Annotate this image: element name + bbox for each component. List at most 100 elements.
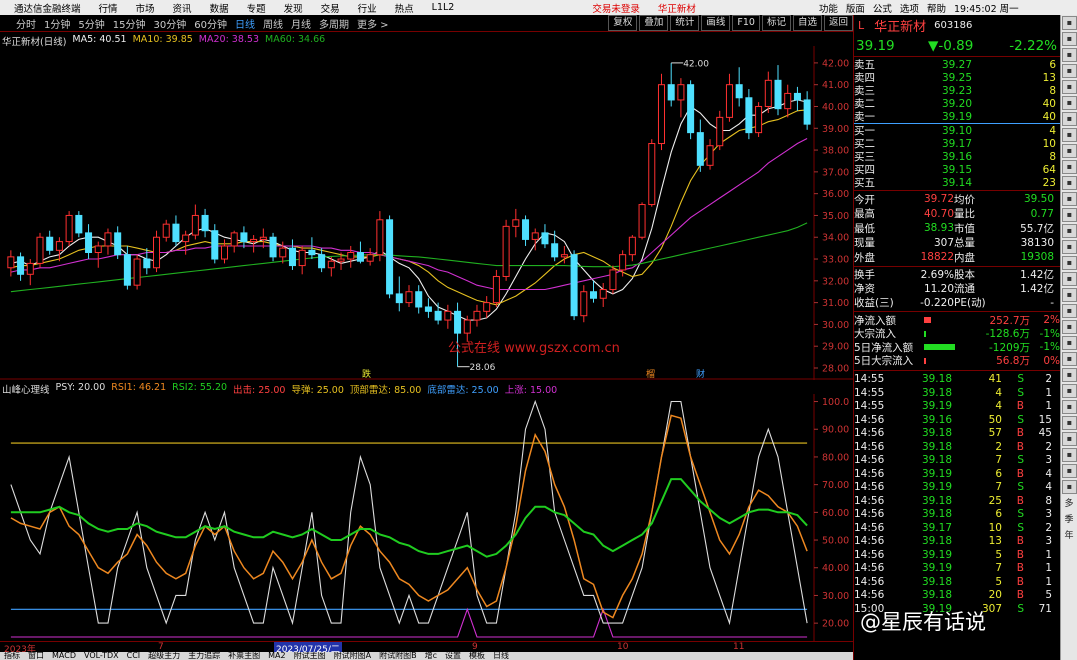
bid-row[interactable]: 买五 39.14 23 (854, 176, 1060, 190)
sidebar-tab-20-icon[interactable]: ▪ (1062, 320, 1077, 334)
sidebar-tab-25-icon[interactable]: ▪ (1062, 400, 1077, 414)
menu-gongshi[interactable]: 公式 (869, 1, 896, 15)
bottom-tab-7[interactable]: 补票主图 (224, 652, 264, 660)
back-button[interactable]: 返回 (823, 15, 853, 31)
f10-button[interactable]: F10 (732, 15, 760, 31)
menu-hangqing[interactable]: 行情 (90, 1, 127, 15)
stat2-row[interactable]: 收益(三) -0.220 PE(动) - (854, 296, 1060, 310)
tick-row[interactable]: 14:56 39.17 10 S 2 (854, 521, 1060, 535)
tick-row[interactable]: 14:56 39.18 25 B 8 (854, 494, 1060, 508)
stat-row[interactable]: 最低 38.93 市值 55.7亿 (854, 221, 1060, 236)
period-daily[interactable]: 日线 (231, 16, 259, 31)
fuquan-button[interactable]: 复权 (608, 15, 638, 31)
sidebar-tab-22-icon[interactable]: ▪ (1062, 352, 1077, 366)
tick-row[interactable]: 14:56 39.19 6 B 4 (854, 467, 1060, 481)
bottom-tab-3[interactable]: VOL-TDX (80, 652, 123, 660)
fund-flow-row[interactable]: 5日净流入额 -1209万 -1% (854, 341, 1060, 355)
price-chart[interactable]: 42.00 41.00 40.00 39.00 38.00 37.00 36.00 35.00… (0, 46, 853, 380)
sidebar-tab-14-icon[interactable]: ▪ (1062, 224, 1077, 238)
sidebar-tab-29-icon[interactable]: ▪ (1062, 464, 1077, 478)
menu-redian[interactable]: 热点 (386, 1, 423, 15)
sidebar-tab-26-icon[interactable]: ▪ (1062, 416, 1077, 430)
sidebar-tab-15-icon[interactable]: ▪ (1062, 240, 1077, 254)
tick-row[interactable]: 14:55 39.19 4 B 1 (854, 400, 1060, 414)
period-multi[interactable]: 多周期 (315, 16, 353, 31)
stat2-row[interactable]: 净资 11.20 流通 1.42亿 (854, 282, 1060, 296)
tick-row[interactable]: 14:56 39.18 6 S 3 (854, 508, 1060, 522)
stat-row[interactable]: 今开 39.72 均价 39.50 (854, 192, 1060, 207)
stat2-row[interactable]: 换手 2.69% 股本 1.42亿 (854, 268, 1060, 282)
tick-row[interactable]: 14:56 39.19 5 B 1 (854, 548, 1060, 562)
sidebar-text-label[interactable]: 季 (1061, 512, 1077, 528)
sidebar-tab-21-icon[interactable]: ▪ (1062, 336, 1077, 350)
sidebar-tab-7-icon[interactable]: ▪ (1062, 112, 1077, 126)
tick-list[interactable]: 14:55 39.18 41 S 2 14:55 39.18 4 S 1 14:55 39.19 4 B 1… (854, 369, 1060, 616)
sidebar-tab-23-icon[interactable]: ▪ (1062, 368, 1077, 382)
tick-row[interactable]: 14:56 39.18 5 B 1 (854, 575, 1060, 589)
fund-flow-row[interactable]: 净流入额 252.7万 2% (854, 314, 1060, 328)
stat-row[interactable]: 外盘 18822 内盘 19308 (854, 250, 1060, 265)
tick-row[interactable]: 14:56 39.19 7 S 4 (854, 481, 1060, 495)
bottom-tab-0[interactable]: 指标 (0, 652, 24, 660)
sidebar-text-label[interactable]: 多 (1061, 496, 1077, 512)
fund-flow-row[interactable]: 5日大宗流入 56.8万 0% (854, 354, 1060, 368)
tick-row[interactable]: 14:56 39.18 7 S 3 (854, 454, 1060, 468)
sidebar-tab-28-icon[interactable]: ▪ (1062, 448, 1077, 462)
sidebar-tab-3-icon[interactable]: ▪ (1062, 48, 1077, 62)
sidebar-tab-1-icon[interactable]: ▪ (1062, 16, 1077, 30)
menu-zixun[interactable]: 资讯 (164, 1, 201, 15)
indicator-chart[interactable]: 100.0 90.00 80.00 70.00 60.00 50.00 40.00 30.00… (0, 394, 853, 641)
bottom-tab-6[interactable]: 主力追踪 (184, 652, 224, 660)
bottom-tab-2[interactable]: MACD (48, 652, 80, 660)
bottom-tab-4[interactable]: CCI (123, 652, 145, 660)
period-monthly[interactable]: 月线 (287, 16, 315, 31)
sidebar-tab-5-icon[interactable]: ▪ (1062, 80, 1077, 94)
stock-name-notice[interactable]: 华正新材 (649, 1, 705, 15)
sidebar-tab-9-icon[interactable]: ▪ (1062, 144, 1077, 158)
bottom-tab-8[interactable]: MA2 (264, 652, 289, 660)
sidebar-tab-13-icon[interactable]: ▪ (1062, 208, 1077, 222)
tick-row[interactable]: 14:55 39.18 41 S 2 (854, 373, 1060, 387)
stat-row[interactable]: 最高 40.70 量比 0.77 (854, 207, 1060, 222)
bottom-tab-13[interactable]: 设置 (441, 652, 465, 660)
sidebar-tab-2-icon[interactable]: ▪ (1062, 32, 1077, 46)
tick-row[interactable]: 14:56 39.18 57 B 45 (854, 427, 1060, 441)
menu-gongneng[interactable]: 功能 (815, 1, 842, 15)
bottom-tab-11[interactable]: 附试附图B (375, 652, 421, 660)
period-fenshi[interactable]: 分时 (0, 16, 40, 31)
sidebar-tab-17-icon[interactable]: ▪ (1062, 272, 1077, 286)
menu-banmian[interactable]: 版面 (842, 1, 869, 15)
menu-shichang[interactable]: 市场 (127, 1, 164, 15)
sidebar-tab-30-icon[interactable]: ▪ (1062, 480, 1077, 494)
ask-row[interactable]: 卖一 39.19 40 (854, 110, 1060, 124)
bottom-tab-12[interactable]: 增c (421, 652, 441, 660)
sidebar-tab-12-icon[interactable]: ▪ (1062, 192, 1077, 206)
mark-button[interactable]: 标记 (761, 15, 791, 31)
fund-flow-row[interactable]: 大宗流入 -128.6万 -1% (854, 327, 1060, 341)
indicator-name[interactable]: 山峰心理线 (2, 382, 50, 396)
watchlist-button[interactable]: 自选 (792, 15, 822, 31)
menu-xuanxiang[interactable]: 选项 (896, 1, 923, 15)
bottom-tab-10[interactable]: 附试附图A (330, 652, 375, 660)
trade-login-notice[interactable]: 交易未登录 (583, 1, 649, 15)
menu-hangye[interactable]: 行业 (349, 1, 386, 15)
sidebar-tab-11-icon[interactable]: ▪ (1062, 176, 1077, 190)
menu-jiaoyi[interactable]: 交易 (312, 1, 349, 15)
menu-faxian[interactable]: 发现 (275, 1, 312, 15)
tick-row[interactable]: 14:56 39.19 7 B 1 (854, 562, 1060, 576)
menu-zhuanti[interactable]: 专题 (238, 1, 275, 15)
sidebar-tab-8-icon[interactable]: ▪ (1062, 128, 1077, 142)
sidebar-tab-24-icon[interactable]: ▪ (1062, 384, 1077, 398)
bottom-tab-5[interactable]: 超级主力 (144, 652, 184, 660)
tick-row[interactable]: 14:56 39.18 20 B 5 (854, 589, 1060, 603)
bottom-tab-14[interactable]: 模板 (465, 652, 489, 660)
sidebar-tab-4-icon[interactable]: ▪ (1062, 64, 1077, 78)
tick-row[interactable]: 14:56 39.16 50 S 15 (854, 413, 1060, 427)
period-1min[interactable]: 1分钟 (40, 16, 74, 31)
sidebar-tab-6-icon[interactable]: ▪ (1062, 96, 1077, 110)
period-15min[interactable]: 15分钟 (109, 16, 150, 31)
sidebar-tab-19-icon[interactable]: ▪ (1062, 304, 1077, 318)
period-more[interactable]: 更多 > (353, 16, 393, 31)
sidebar-tab-18-icon[interactable]: ▪ (1062, 288, 1077, 302)
sidebar-tab-10-icon[interactable]: ▪ (1062, 160, 1077, 174)
